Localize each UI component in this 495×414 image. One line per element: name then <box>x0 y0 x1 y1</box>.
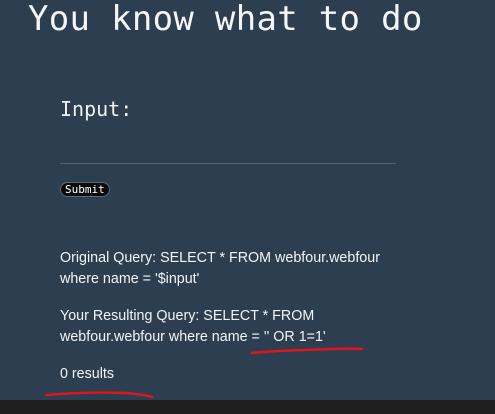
original-query-text: Original Query: SELECT * FROM webfour.we… <box>60 250 380 287</box>
red-underline-annotations <box>44 347 364 399</box>
query-input[interactable] <box>60 136 396 164</box>
bottom-strip <box>0 400 495 414</box>
underline-injected-condition <box>250 347 364 355</box>
underline-results-count <box>44 391 154 399</box>
resulting-query-text: Your Resulting Query: SELECT * FROM webf… <box>60 308 326 345</box>
results-count: 0 results <box>60 366 115 382</box>
page-title: You know what to do <box>28 0 423 39</box>
input-label: Input: <box>60 97 133 121</box>
submit-button[interactable]: Submit <box>60 182 110 197</box>
